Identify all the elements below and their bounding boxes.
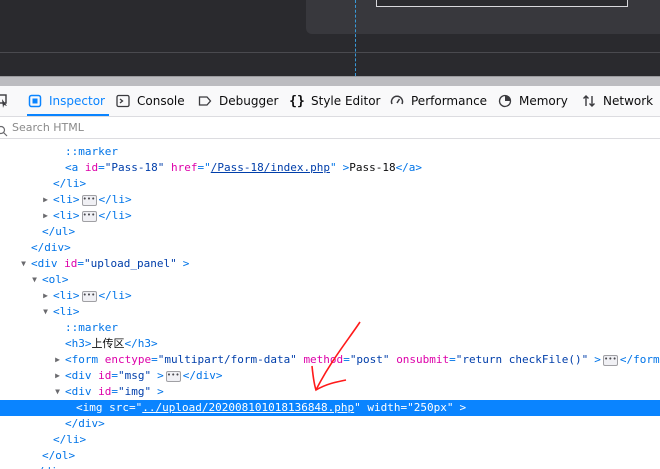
expand-arrow-icon[interactable]: ▶ — [41, 192, 50, 208]
tree-row[interactable]: ▼ <div id="upload_panel" > — [0, 256, 660, 272]
tab-label: Console — [137, 94, 185, 108]
collapse-arrow-icon[interactable]: ▼ — [41, 304, 50, 320]
tab-label: Network — [603, 94, 654, 108]
tree-row-selected[interactable]: <img src="../upload/202008101018136848.p… — [0, 400, 660, 416]
page-viewport — [0, 0, 660, 76]
console-icon — [115, 93, 131, 109]
tree-row[interactable]: ▼ <div id="img" > — [0, 384, 660, 400]
devtools-splitter[interactable] — [0, 76, 660, 86]
tree-row[interactable]: </div> — [0, 464, 660, 469]
tree-row[interactable]: ▶ <li> ••• </li> — [0, 192, 660, 208]
collapse-arrow-icon[interactable]: ▼ — [19, 256, 28, 272]
tree-row[interactable]: </li> — [0, 176, 660, 192]
tab-label: Debugger — [219, 94, 279, 108]
expand-arrow-icon[interactable]: ▶ — [53, 368, 62, 384]
tree-row[interactable]: ▶ <form enctype="multipart/form-data" me… — [0, 352, 660, 368]
expand-arrow-icon[interactable]: ▶ — [41, 288, 50, 304]
tab-label: Performance — [411, 94, 488, 108]
performance-icon — [389, 93, 405, 109]
tree-row[interactable]: ::marker — [0, 144, 660, 160]
style-editor-icon: {} — [289, 93, 305, 109]
tab-performance[interactable]: Performance — [389, 86, 487, 116]
search-bar — [0, 117, 660, 139]
page-image-box — [376, 0, 628, 7]
href-link[interactable]: /Pass-18/index.php — [211, 161, 330, 174]
tree-row[interactable]: ▼ <ol> — [0, 272, 660, 288]
collapse-arrow-icon[interactable]: ▼ — [30, 272, 39, 288]
tree-row[interactable]: ▼ <li> — [0, 304, 660, 320]
tree-row[interactable]: </ol> — [0, 448, 660, 464]
tab-inspector[interactable]: Inspector — [27, 86, 109, 116]
memory-icon — [497, 93, 513, 109]
tab-label: Style Editor — [311, 94, 381, 108]
marker-pseudo: ::marker — [65, 321, 118, 334]
network-icon — [581, 93, 597, 109]
tab-network[interactable]: Network — [581, 86, 653, 116]
img-src-link[interactable]: ../upload/202008101018136848.php — [142, 401, 354, 414]
h3-text: 上传区 — [91, 337, 125, 350]
tree-row[interactable]: </ul> — [0, 224, 660, 240]
tree-row[interactable]: </div> — [0, 416, 660, 432]
markup-tree: ::marker <a id="Pass-18" href="/Pass-18/… — [0, 139, 660, 469]
ellipsis-icon: ••• — [81, 210, 97, 222]
expand-arrow-icon[interactable]: ▶ — [53, 352, 62, 368]
marker-pseudo: ::marker — [65, 145, 118, 158]
ellipsis-icon: ••• — [165, 370, 181, 382]
expand-arrow-icon[interactable]: ▶ — [41, 208, 50, 224]
tab-label: Inspector — [49, 94, 105, 108]
ellipsis-icon: ••• — [602, 354, 618, 366]
tree-row[interactable]: ::marker — [0, 320, 660, 336]
page-divider — [0, 52, 660, 53]
debugger-icon — [197, 93, 213, 109]
tab-console[interactable]: Console — [115, 86, 185, 116]
a-element: <a id="Pass-18" href="/Pass-18/index.php… — [65, 161, 423, 174]
tab-label: Memory — [519, 94, 568, 108]
tree-row[interactable]: <h3>上传区</h3> — [0, 336, 660, 352]
tree-row[interactable]: <a id="Pass-18" href="/Pass-18/index.php… — [0, 160, 660, 176]
tree-row[interactable]: ▶ <div id="msg" > ••• </div> — [0, 368, 660, 384]
ellipsis-icon: ••• — [81, 290, 97, 302]
search-icon — [0, 122, 8, 136]
highlight-guide-line — [355, 0, 356, 76]
devtools-toolbar: Inspector Console Debugger {} Style Edit… — [0, 86, 660, 117]
collapse-arrow-icon[interactable]: ▼ — [53, 384, 62, 400]
tab-debugger[interactable]: Debugger — [197, 86, 278, 116]
tab-style-editor[interactable]: {} Style Editor — [289, 86, 380, 116]
tree-row[interactable]: ▶ <li> ••• </li> — [0, 288, 660, 304]
ellipsis-icon: ••• — [81, 194, 97, 206]
tree-row[interactable]: </li> — [0, 432, 660, 448]
tree-row[interactable]: </div> — [0, 240, 660, 256]
inspector-icon — [27, 93, 43, 109]
tree-row[interactable]: ▶ <li> ••• </li> — [0, 208, 660, 224]
element-picker-icon[interactable] — [0, 93, 8, 109]
search-html-input[interactable] — [8, 121, 312, 134]
tab-memory[interactable]: Memory — [497, 86, 568, 116]
